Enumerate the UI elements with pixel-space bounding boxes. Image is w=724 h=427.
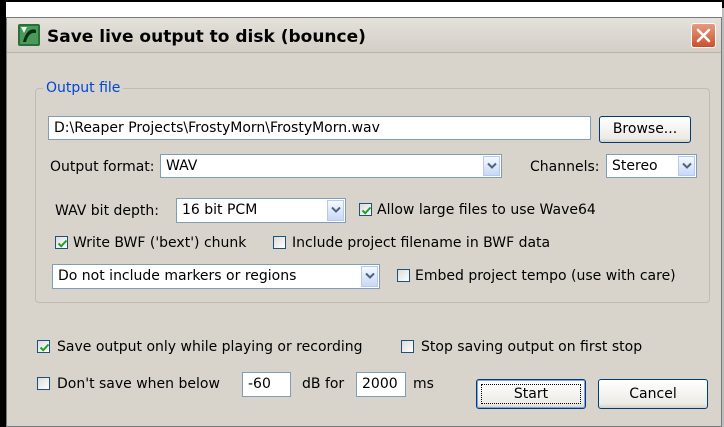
output-path-input[interactable]: D:\Reaper Projects\FrostyMorn\FrostyMorn…	[48, 116, 591, 140]
bwf-label: Write BWF ('bext') chunk	[73, 235, 247, 251]
dont-save-label: Don't save when below	[57, 376, 220, 392]
ms-label: ms	[413, 376, 434, 392]
start-button[interactable]: Start	[476, 379, 586, 409]
wave64-label: Allow large files to use Wave64	[377, 202, 596, 218]
cancel-button[interactable]: Cancel	[598, 379, 708, 409]
checkmark-icon	[361, 206, 372, 215]
close-button[interactable]	[691, 23, 716, 48]
markers-value: Do not include markers or regions	[58, 268, 297, 284]
checkmark-icon	[57, 239, 68, 248]
browse-button[interactable]: Browse...	[599, 116, 691, 143]
embed-tempo-label: Embed project tempo (use with care)	[415, 268, 676, 284]
save-while-playing-checkbox[interactable]	[37, 340, 50, 353]
window-title: Save live output to disk (bounce)	[47, 27, 366, 47]
chevron-down-icon[interactable]	[361, 266, 378, 287]
channels-label: Channels:	[530, 159, 600, 175]
save-while-playing-label: Save output only while playing or record…	[57, 339, 363, 355]
db-for-label: dB for	[302, 376, 345, 392]
app-icon	[18, 24, 40, 46]
close-icon	[696, 28, 711, 43]
markers-select[interactable]: Do not include markers or regions	[52, 264, 380, 289]
include-filename-checkbox[interactable]	[273, 236, 286, 249]
start-button-label: Start	[513, 386, 549, 402]
bitdepth-select[interactable]: 16 bit PCM	[176, 198, 346, 223]
channels-value: Stereo	[612, 158, 658, 174]
include-filename-label: Include project filename in BWF data	[292, 235, 551, 251]
dont-save-checkbox[interactable]	[37, 377, 50, 390]
ms-duration-input[interactable]: 2000	[356, 372, 406, 397]
chevron-down-icon[interactable]	[483, 156, 500, 176]
checkmark-icon	[39, 343, 50, 352]
stop-first-label: Stop saving output on first stop	[421, 339, 643, 355]
db-threshold-input[interactable]: -60	[242, 372, 291, 397]
channels-select[interactable]: Stereo	[606, 154, 697, 178]
chevron-down-icon[interactable]	[678, 156, 695, 176]
bwf-checkbox[interactable]	[55, 236, 68, 249]
chevron-down-icon[interactable]	[327, 200, 344, 221]
wave64-checkbox[interactable]	[359, 203, 372, 216]
output-format-value: WAV	[166, 158, 198, 174]
stop-first-checkbox[interactable]	[401, 340, 414, 353]
output-format-label: Output format:	[50, 159, 155, 175]
embed-tempo-checkbox[interactable]	[397, 269, 410, 282]
bitdepth-label: WAV bit depth:	[55, 203, 159, 219]
output-file-group-label: Output file	[43, 79, 124, 97]
output-format-select[interactable]: WAV	[160, 154, 502, 178]
bitdepth-value: 16 bit PCM	[182, 202, 258, 218]
